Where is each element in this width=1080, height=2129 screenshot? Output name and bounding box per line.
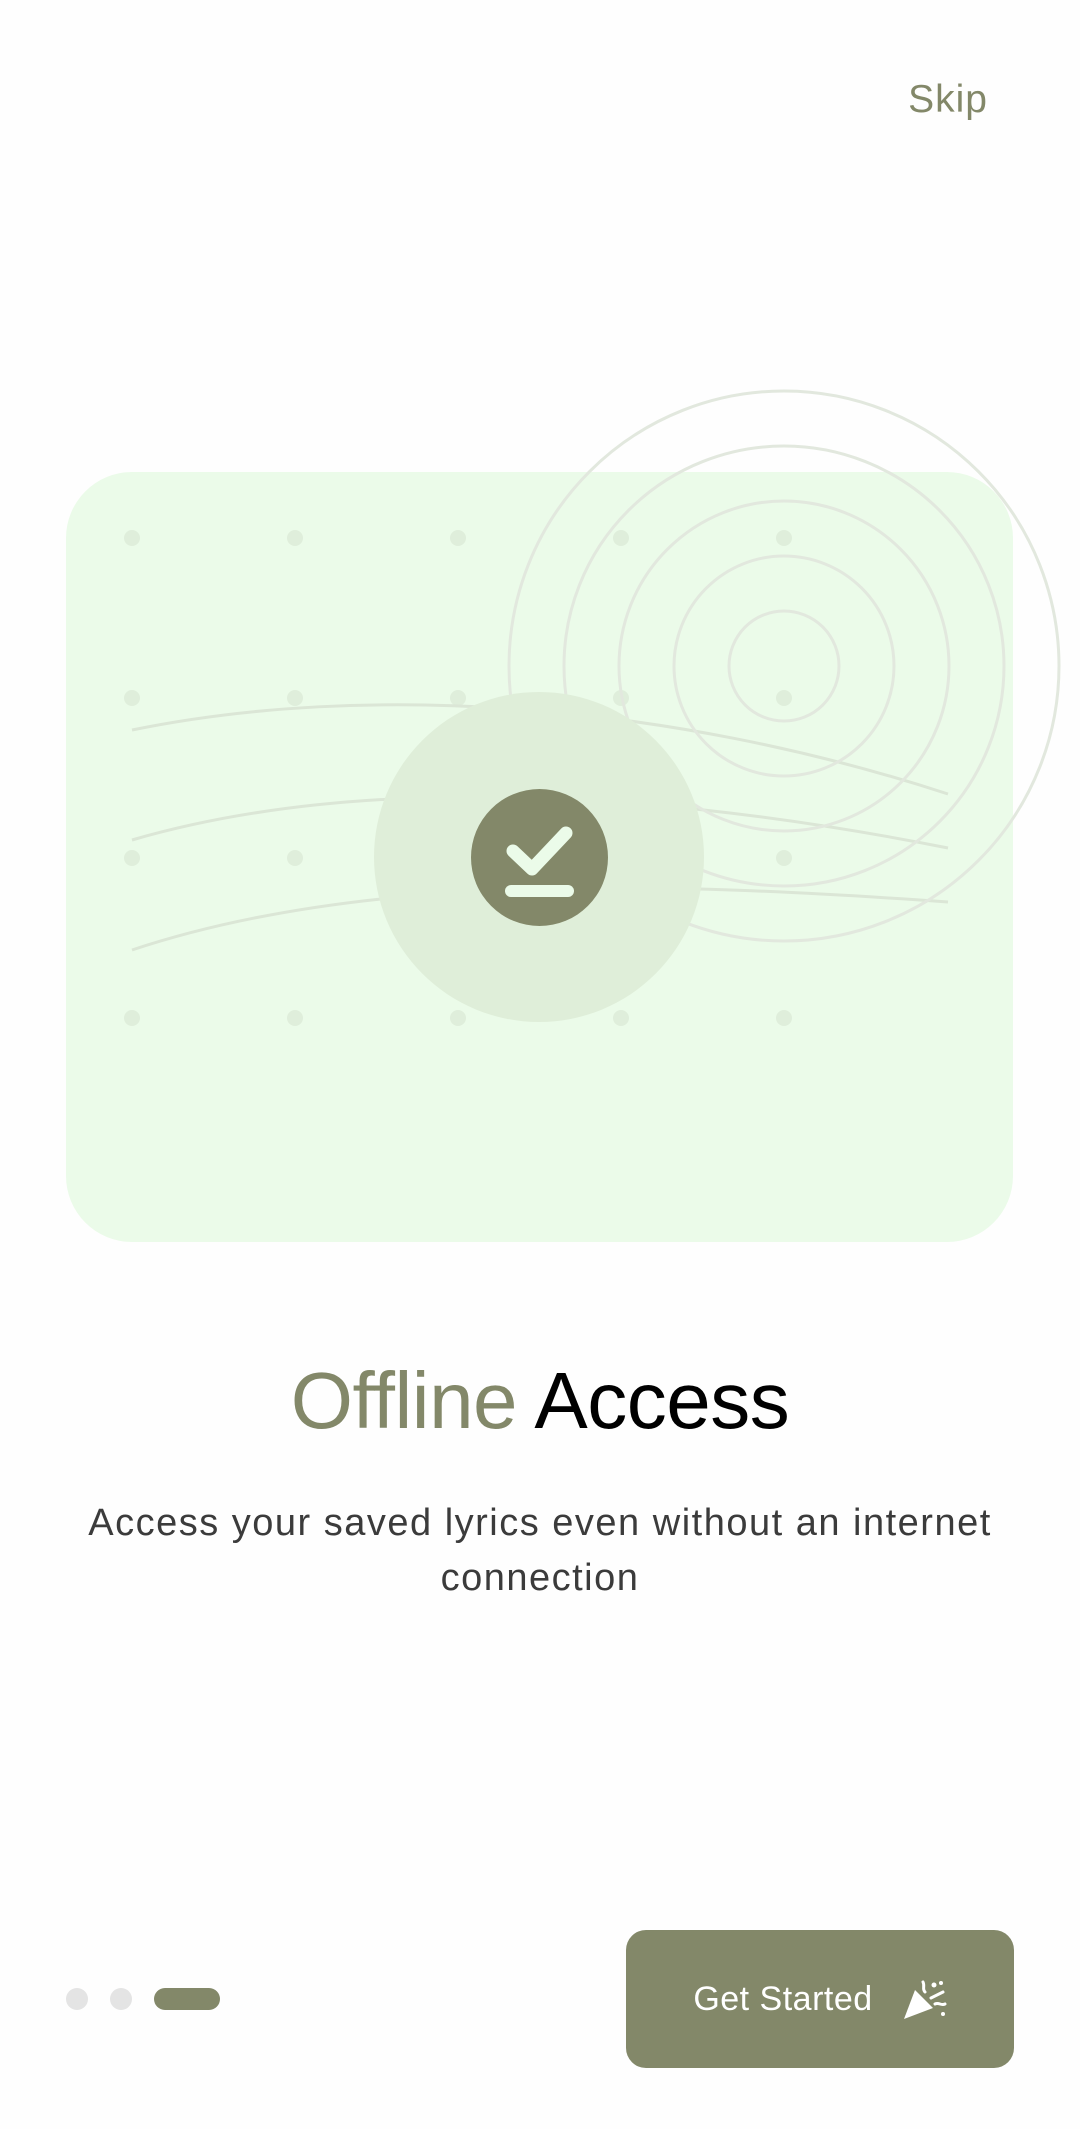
get-started-button[interactable]: Get Started bbox=[626, 1930, 1014, 2068]
title-accent: Offline bbox=[290, 1356, 518, 1445]
page-title: Offline Access bbox=[0, 1355, 1080, 1447]
title-rest: Access bbox=[534, 1356, 790, 1445]
page-dot-3-active bbox=[154, 1988, 220, 2010]
page-indicator bbox=[66, 1988, 220, 2010]
page-dot-2 bbox=[110, 1988, 132, 2010]
party-popper-icon bbox=[901, 1976, 947, 2022]
download-done-icon bbox=[471, 789, 608, 926]
onboarding-screen: Skip Offline Access Access your saved ly… bbox=[0, 0, 1080, 2129]
page-dot-1 bbox=[66, 1988, 88, 2010]
page-description: Access your saved lyrics even without an… bbox=[88, 1502, 992, 1599]
get-started-label: Get Started bbox=[693, 1979, 873, 2018]
skip-button[interactable]: Skip bbox=[908, 78, 988, 122]
